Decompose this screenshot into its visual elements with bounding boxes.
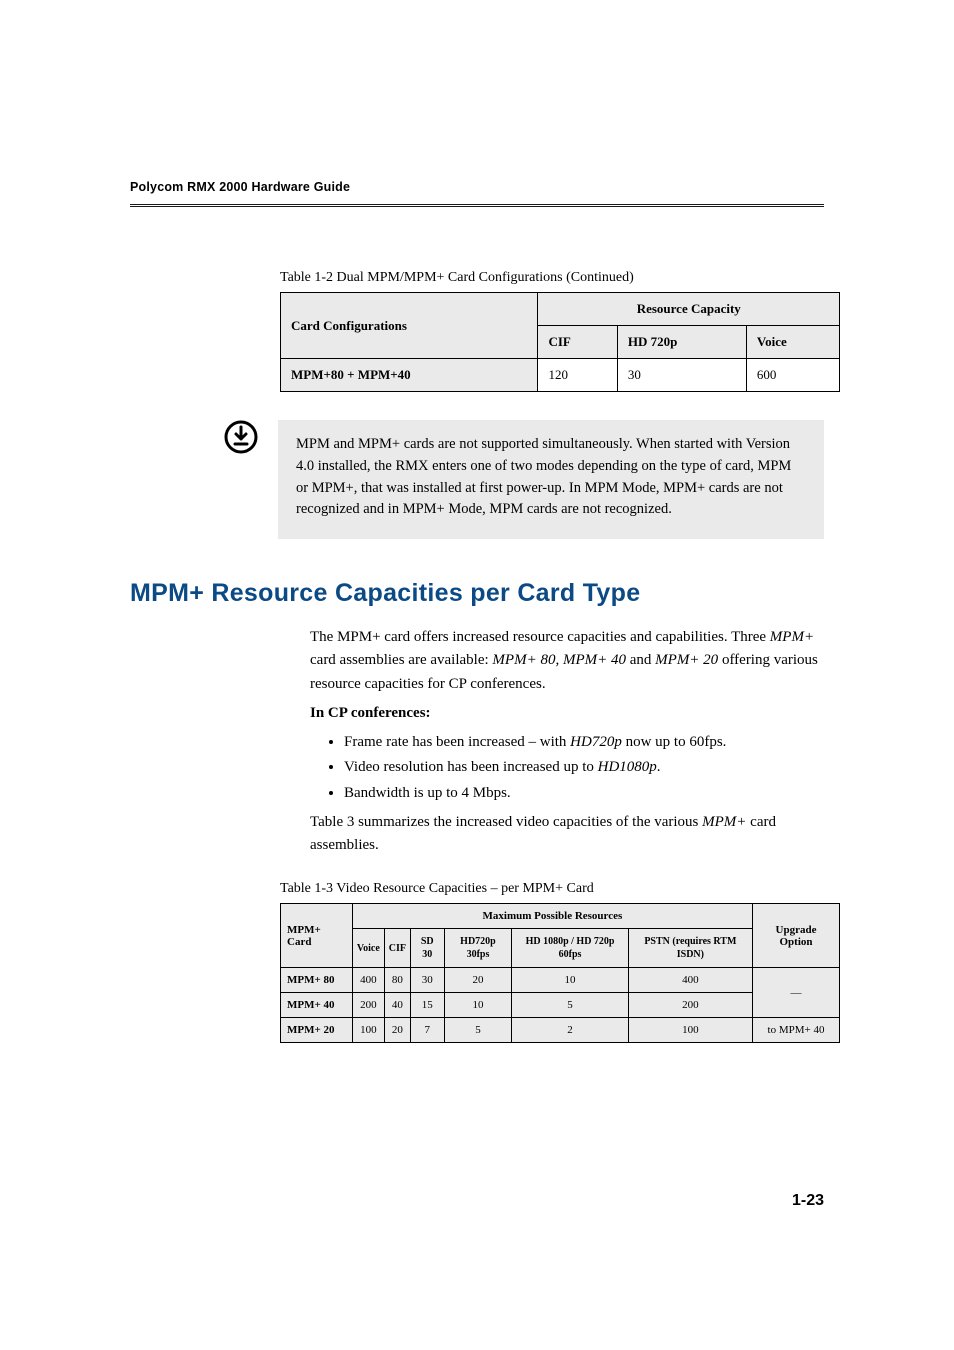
list-item: Bandwidth is up to 4 Mbps. <box>344 782 824 805</box>
table1-body: MPM+80 + MPM+40 120 30 600 <box>281 359 840 392</box>
t3-card: MPM+ 40 <box>281 993 353 1018</box>
t3-voice: 200 <box>352 993 384 1018</box>
table3-caption: Table 1-3 Video Resource Capacities – pe… <box>280 881 824 897</box>
table1-sub-cif: CIF <box>538 326 617 359</box>
t3-sub-sd: SD 30 <box>411 929 444 968</box>
running-head: Polycom RMX 2000 Hardware Guide <box>130 180 824 207</box>
note-icon <box>224 420 258 459</box>
t3-hd720: 5 <box>444 1018 512 1043</box>
table-row: MPM+ 20 100 20 7 5 2 100 to MPM+ 40 <box>281 1018 840 1043</box>
t3-upg-header: Upgrade Option <box>753 904 840 968</box>
t3-hd1080: 10 <box>512 968 628 993</box>
table1-sub-voice: Voice <box>746 326 839 359</box>
table1-sub-hd: HD 720p <box>617 326 746 359</box>
t3-sub-voice: Voice <box>352 929 384 968</box>
table3-head: MPM+ Card Maximum Possible Resources Upg… <box>281 904 840 968</box>
t3-hd720: 20 <box>444 968 512 993</box>
t3-sub-cif: CIF <box>384 929 410 968</box>
t3-pstn: 200 <box>628 993 752 1018</box>
list-item: Frame rate has been increased – with HD7… <box>344 731 824 754</box>
list-item: Video resolution has been increased up t… <box>344 756 824 779</box>
t3-upg: — <box>753 968 840 1018</box>
t3-sd: 15 <box>411 993 444 1018</box>
body-block: The MPM+ card offers increased resource … <box>310 626 824 857</box>
table3: MPM+ Card Maximum Possible Resources Upg… <box>280 903 840 1043</box>
table-row: Card Configurations Resource Capacity <box>281 293 840 326</box>
table-row: MPM+ Card Maximum Possible Resources Upg… <box>281 904 840 929</box>
header-rule <box>130 204 824 207</box>
t3-hd1080: 5 <box>512 993 628 1018</box>
table-row: MPM+ 80 400 80 30 20 10 400 — <box>281 968 840 993</box>
t3-sub-hd720: HD720p 30fps <box>444 929 512 968</box>
t3-card: MPM+ 20 <box>281 1018 353 1043</box>
t3-upg: to MPM+ 40 <box>753 1018 840 1043</box>
t3-hd1080: 2 <box>512 1018 628 1043</box>
note-box: MPM and MPM+ cards are not supported sim… <box>280 420 824 539</box>
t3-cif: 80 <box>384 968 410 993</box>
t3-sd: 30 <box>411 968 444 993</box>
table1: Card Configurations Resource Capacity CI… <box>280 292 840 392</box>
table3-body: MPM+ 80 400 80 30 20 10 400 — MPM+ 40 20… <box>281 968 840 1043</box>
table-row: MPM+80 + MPM+40 120 30 600 <box>281 359 840 392</box>
table1-head: Card Configurations Resource Capacity CI… <box>281 293 840 359</box>
t3-pstn: 100 <box>628 1018 752 1043</box>
page-number: 1-23 <box>792 1192 824 1210</box>
t3-sub-pstn: PSTN (requires RTM ISDN) <box>628 929 752 968</box>
document-page: Polycom RMX 2000 Hardware Guide Table 1-… <box>0 0 954 1350</box>
t3-cif: 40 <box>384 993 410 1018</box>
t1-cfg: MPM+80 + MPM+40 <box>281 359 538 392</box>
t3-pstn: 400 <box>628 968 752 993</box>
t3-sd: 7 <box>411 1018 444 1043</box>
table1-caption: Table 1-2 Dual MPM/MPM+ Card Configurati… <box>280 270 824 286</box>
t3-voice: 400 <box>352 968 384 993</box>
table1-group-header: Resource Capacity <box>538 293 840 326</box>
t1-cif: 120 <box>538 359 617 392</box>
t3-hd720: 10 <box>444 993 512 1018</box>
paragraph-3: Table 3 summarizes the increased video c… <box>310 811 824 858</box>
section-heading: MPM+ Resource Capacities per Card Type <box>130 579 824 608</box>
t1-hd: 30 <box>617 359 746 392</box>
table1-col1-header: Card Configurations <box>281 293 538 359</box>
bullet-list: Frame rate has been increased – with HD7… <box>310 731 824 805</box>
t1-voice: 600 <box>746 359 839 392</box>
page-content: Table 1-2 Dual MPM/MPM+ Card Configurati… <box>130 270 824 1043</box>
t3-card: MPM+ 80 <box>281 968 353 993</box>
t3-group-header: Maximum Possible Resources <box>352 904 752 929</box>
t3-mpm-header: MPM+ Card <box>281 904 353 968</box>
paragraph-2: In CP conferences: <box>310 702 824 725</box>
t3-sub-hd1080: HD 1080p / HD 720p 60fps <box>512 929 628 968</box>
t3-voice: 100 <box>352 1018 384 1043</box>
note-text: MPM and MPM+ cards are not supported sim… <box>278 420 824 539</box>
t3-cif: 20 <box>384 1018 410 1043</box>
paragraph-1: The MPM+ card offers increased resource … <box>310 626 824 696</box>
running-head-title: Polycom RMX 2000 Hardware Guide <box>130 180 824 194</box>
